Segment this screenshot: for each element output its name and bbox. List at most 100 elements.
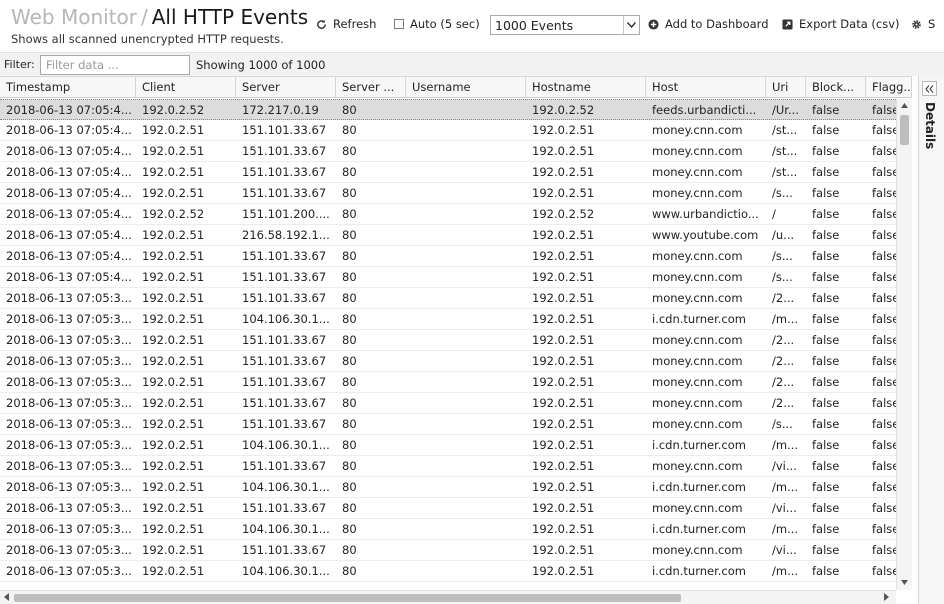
column-header-hostname[interactable]: Hostname	[526, 77, 646, 98]
column-header-server-port[interactable]: Server ...	[336, 77, 406, 98]
refresh-button[interactable]: Refresh	[316, 14, 376, 34]
table-row[interactable]: 2018-06-13 07:05:3... 192.0.2.51 104.106.3…	[0, 561, 899, 582]
cell-server-port: 80	[342, 123, 357, 137]
cell-server: 151.101.33.67	[242, 165, 327, 179]
table-row[interactable]: 2018-06-13 07:05:4... 192.0.2.51 151.101.3…	[0, 183, 899, 204]
column-header-blocked[interactable]: Block...	[806, 77, 866, 98]
cell-client: 192.0.2.51	[142, 543, 205, 557]
export-csv-button[interactable]: Export Data (csv)	[782, 14, 900, 34]
cell-timestamp: 2018-06-13 07:05:3...	[6, 501, 132, 515]
cell-host: money.cnn.com	[652, 291, 743, 305]
cell-timestamp: 2018-06-13 07:05:3...	[6, 417, 132, 431]
events-count-select[interactable]: 1000 Events	[490, 15, 640, 35]
cell-host: money.cnn.com	[652, 375, 743, 389]
table-row[interactable]: 2018-06-13 07:05:3... 192.0.2.51 151.101.3…	[0, 351, 899, 372]
scroll-left-icon[interactable]	[4, 593, 9, 601]
cell-uri: /st...	[772, 123, 798, 137]
table-row[interactable]: 2018-06-13 07:05:4... 192.0.2.51 151.101.3…	[0, 267, 899, 288]
table-row[interactable]: 2018-06-13 07:05:3... 192.0.2.51 151.101.3…	[0, 414, 899, 435]
table-row[interactable]: 2018-06-13 07:05:3... 192.0.2.51 151.101.3…	[0, 372, 899, 393]
cell-server: 151.101.33.67	[242, 396, 327, 410]
cell-client: 192.0.2.51	[142, 459, 205, 473]
cell-timestamp: 2018-06-13 07:05:4...	[6, 123, 132, 137]
cell-username	[406, 393, 526, 413]
cell-host: money.cnn.com	[652, 249, 743, 263]
table-row[interactable]: 2018-06-13 07:05:4... 192.0.2.51 151.101.3…	[0, 162, 899, 183]
cell-hostname: 192.0.2.51	[532, 438, 595, 452]
table-row[interactable]: 2018-06-13 07:05:3... 192.0.2.51 104.106.3…	[0, 519, 899, 540]
table-row[interactable]: 2018-06-13 07:05:4... 192.0.2.52 172.217.0…	[0, 99, 899, 120]
details-panel[interactable]: Details	[918, 76, 944, 604]
table-row[interactable]: 2018-06-13 07:05:3... 192.0.2.51 151.101.3…	[0, 288, 899, 309]
cell-server: 151.101.33.67	[242, 291, 327, 305]
column-header-username[interactable]: Username	[406, 77, 526, 98]
auto-refresh-checkbox[interactable]	[394, 19, 404, 29]
cell-hostname: 192.0.2.51	[532, 270, 595, 284]
filter-label: Filter:	[4, 58, 35, 71]
table-row[interactable]: 2018-06-13 07:05:4... 192.0.2.51 216.58.19…	[0, 225, 899, 246]
cell-hostname: 192.0.2.51	[532, 543, 595, 557]
column-header-host[interactable]: Host	[646, 77, 766, 98]
cell-blocked: false	[812, 375, 840, 389]
cell-uri: /u...	[772, 228, 795, 242]
cell-uri: /s...	[772, 249, 793, 263]
table-row[interactable]: 2018-06-13 07:05:3... 192.0.2.51 151.101.3…	[0, 330, 899, 351]
horizontal-scroll-thumb[interactable]	[14, 594, 681, 602]
table-row[interactable]: 2018-06-13 07:05:3... 192.0.2.51 104.106.3…	[0, 435, 899, 456]
cell-host: money.cnn.com	[652, 396, 743, 410]
filter-input[interactable]	[40, 55, 190, 75]
cell-blocked: false	[812, 354, 840, 368]
column-header-timestamp[interactable]: Timestamp	[0, 77, 136, 98]
cell-username	[406, 162, 526, 182]
cell-client: 192.0.2.52	[142, 207, 205, 221]
table-row[interactable]: 2018-06-13 07:05:3... 192.0.2.51 151.101.3…	[0, 540, 899, 561]
horizontal-scrollbar[interactable]	[0, 590, 896, 604]
settings-button[interactable]: S	[911, 14, 935, 34]
cell-host: i.cdn.turner.com	[652, 480, 746, 494]
table-row[interactable]: 2018-06-13 07:05:4... 192.0.2.51 151.101.3…	[0, 246, 899, 267]
table-row[interactable]: 2018-06-13 07:05:4... 192.0.2.52 151.101.2…	[0, 204, 899, 225]
scroll-right-icon[interactable]	[884, 593, 889, 601]
scroll-down-icon[interactable]	[901, 580, 908, 585]
cell-server: 151.101.33.67	[242, 249, 327, 263]
cell-username	[406, 204, 526, 224]
cell-server: 104.106.30.1...	[242, 564, 330, 578]
table-row[interactable]: 2018-06-13 07:05:3... 192.0.2.51 104.106.3…	[0, 477, 899, 498]
cell-client: 192.0.2.51	[142, 123, 205, 137]
scroll-up-icon[interactable]	[901, 103, 908, 108]
cell-server-port: 80	[342, 333, 357, 347]
cell-timestamp: 2018-06-13 07:05:4...	[6, 103, 132, 117]
vertical-scrollbar[interactable]	[896, 99, 912, 590]
cell-uri: /m...	[772, 312, 799, 326]
expand-details-button[interactable]	[922, 81, 937, 96]
table-row[interactable]: 2018-06-13 07:05:3... 192.0.2.51 151.101.3…	[0, 498, 899, 519]
cell-timestamp: 2018-06-13 07:05:4...	[6, 249, 132, 263]
table-header: Timestamp Client Server Server ... Username H…	[0, 77, 912, 98]
cell-client: 192.0.2.52	[142, 103, 205, 117]
cell-client: 192.0.2.51	[142, 165, 205, 179]
auto-refresh-toggle[interactable]: Auto (5 sec)	[394, 14, 480, 34]
cell-blocked: false	[812, 564, 840, 578]
table-row[interactable]: 2018-06-13 07:05:3... 192.0.2.51 151.101.3…	[0, 456, 899, 477]
column-header-server[interactable]: Server	[236, 77, 336, 98]
breadcrumb-web-monitor[interactable]: Web Monitor	[11, 5, 137, 29]
cell-username	[406, 330, 526, 350]
cell-uri: /st...	[772, 144, 798, 158]
table-row[interactable]: 2018-06-13 07:05:3... 192.0.2.51 151.101.3…	[0, 393, 899, 414]
table-row[interactable]: 2018-06-13 07:05:4... 192.0.2.51 151.101.3…	[0, 141, 899, 162]
column-header-uri[interactable]: Uri	[766, 77, 806, 98]
add-to-dashboard-button[interactable]: Add to Dashboard	[648, 14, 769, 34]
cell-server-port: 80	[342, 291, 357, 305]
table-row[interactable]: 2018-06-13 07:05:3... 192.0.2.51 104.106.3…	[0, 309, 899, 330]
cell-host: i.cdn.turner.com	[652, 522, 746, 536]
cell-timestamp: 2018-06-13 07:05:3...	[6, 396, 132, 410]
cell-server-port: 80	[342, 480, 357, 494]
column-header-client[interactable]: Client	[136, 77, 236, 98]
column-header-flagged[interactable]: Flagg...	[866, 77, 912, 98]
cell-username	[406, 246, 526, 266]
cell-timestamp: 2018-06-13 07:05:3...	[6, 333, 132, 347]
cell-host: money.cnn.com	[652, 333, 743, 347]
cell-server: 151.101.33.67	[242, 270, 327, 284]
table-row[interactable]: 2018-06-13 07:05:4... 192.0.2.51 151.101.3…	[0, 120, 899, 141]
vertical-scroll-thumb[interactable]	[900, 115, 909, 145]
